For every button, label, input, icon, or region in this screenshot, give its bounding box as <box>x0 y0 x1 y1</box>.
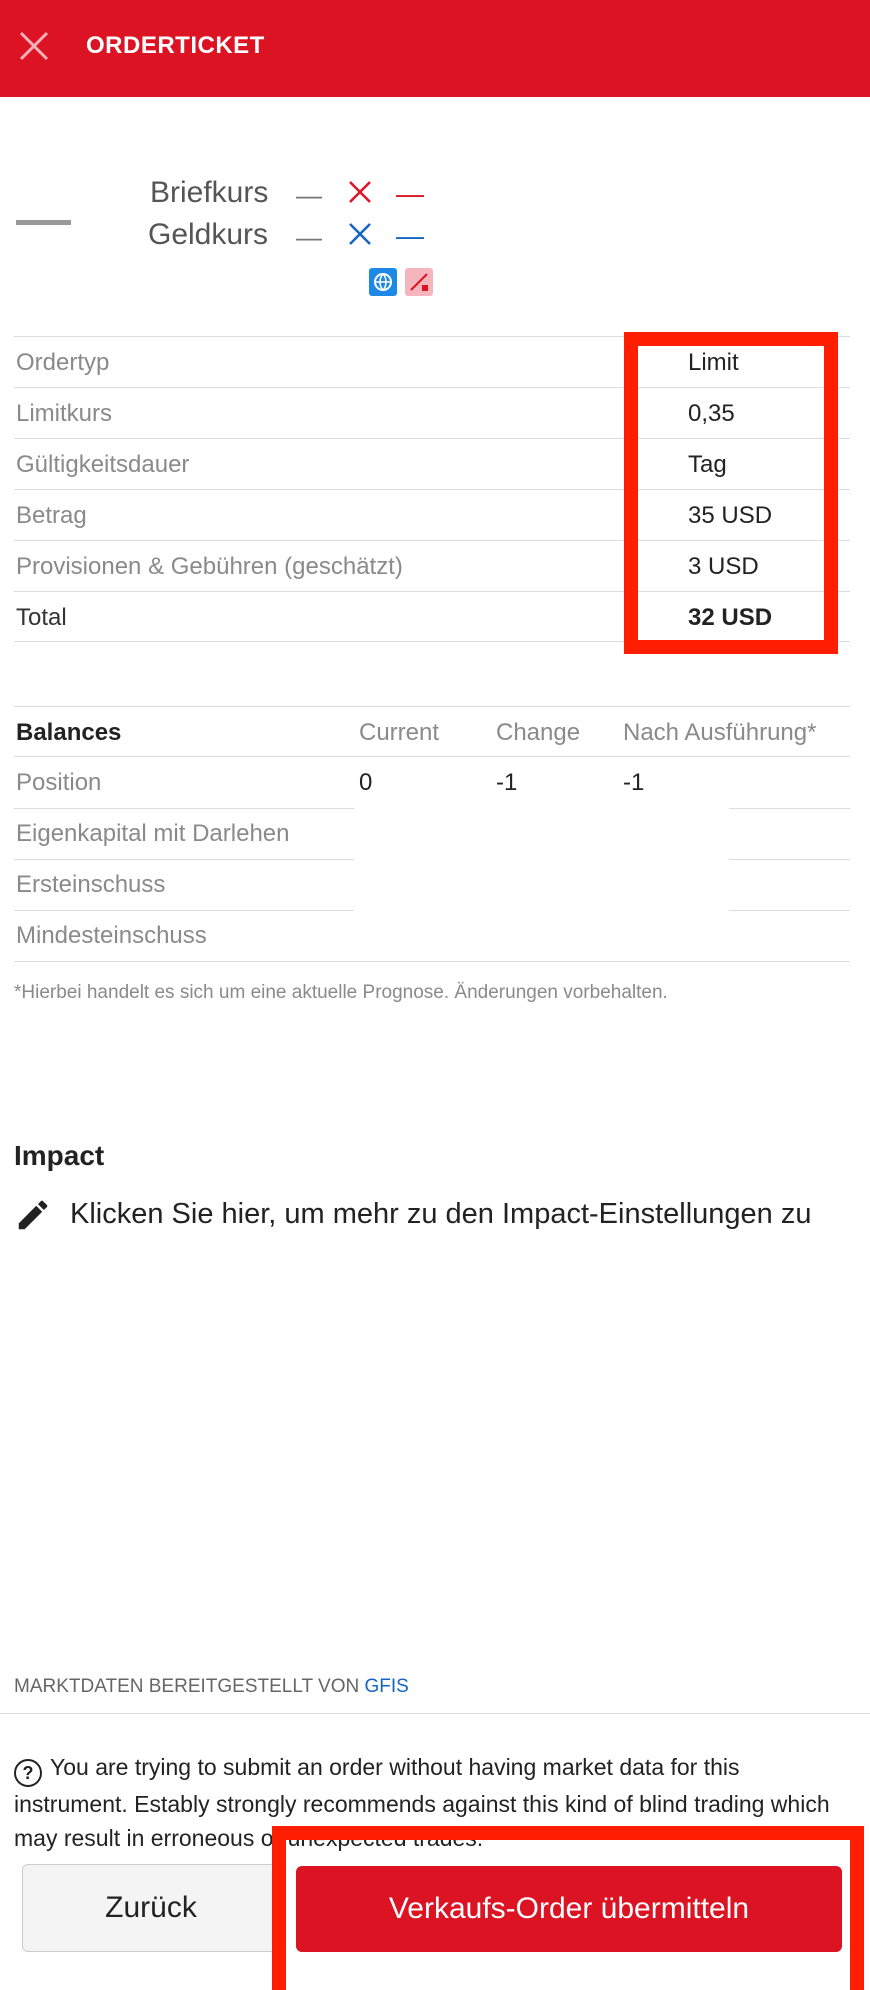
x-icon <box>348 180 372 209</box>
impact-settings-link[interactable]: Klicken Sie hier, um mehr zu den Impact-… <box>14 1192 870 1242</box>
divider <box>14 961 850 962</box>
balance-row-position: Position 0 -1 -1 <box>14 757 850 808</box>
market-data-prefix: MARKTDATEN BEREITGESTELLT VON <box>14 1676 360 1697</box>
change-value: -1 <box>496 769 518 796</box>
order-row-validity: Gültigkeitsdauer Tag <box>14 438 850 489</box>
close-icon[interactable] <box>14 26 54 66</box>
bid-label: Geldkurs <box>148 218 269 251</box>
ask-value: — <box>296 180 322 210</box>
after-value: -1 <box>623 769 645 796</box>
ask-label: Briefkurs <box>150 176 269 209</box>
ask-change: — <box>396 178 424 209</box>
divider <box>0 1713 870 1714</box>
row-label: Ersteinschuss <box>16 871 166 898</box>
bid-value: — <box>296 222 322 252</box>
order-row-limit: Limitkurs 0,35 <box>14 387 850 438</box>
col-after: Nach Ausführung* <box>623 719 817 746</box>
x-icon <box>348 222 372 251</box>
balance-row-maintenance-margin: Mindesteinschuss <box>14 910 850 961</box>
bid-change: — <box>396 220 424 251</box>
question-icon: ? <box>14 1759 42 1787</box>
row-label: Limitkurs <box>16 400 113 427</box>
row-label: Mindesteinschuss <box>16 922 207 949</box>
forecast-note: *Hierbei handelt es sich um eine aktuell… <box>14 982 668 1003</box>
row-value: 32 USD <box>688 604 773 631</box>
row-value: Limit <box>688 349 739 376</box>
page-title: ORDERTICKET <box>86 32 265 59</box>
warning-text: You are trying to submit an order withou… <box>14 1754 830 1851</box>
submit-sell-order-button[interactable]: Verkaufs-Order übermitteln <box>296 1866 842 1952</box>
col-change: Change <box>496 719 581 746</box>
row-value: Tag <box>688 451 727 478</box>
balance-row-initial-margin: Ersteinschuss <box>14 859 850 910</box>
order-ticket-page: ORDERTICKET Briefkurs — — Geldkurs — — O… <box>0 0 870 1990</box>
row-label: Betrag <box>16 502 87 529</box>
impact-heading: Impact <box>14 1140 105 1171</box>
row-value: 35 USD <box>688 502 773 529</box>
slash-icon[interactable] <box>405 268 433 296</box>
blind-trading-warning: ? You are trying to submit an order witho… <box>14 1750 854 1855</box>
balance-row-equity: Eigenkapital mit Darlehen <box>14 808 850 859</box>
row-label: Position <box>16 769 102 796</box>
row-label: Provisionen & Gebühren (geschätzt) <box>16 553 403 580</box>
app-header: ORDERTICKET <box>0 0 870 97</box>
order-row-ordertype: Ordertyp Limit <box>14 336 850 387</box>
current-value: 0 <box>359 769 373 796</box>
row-label: Ordertyp <box>16 349 110 376</box>
row-label: Eigenkapital mit Darlehen <box>16 820 290 847</box>
balances-title: Balances <box>16 719 122 746</box>
order-row-total: Total 32 USD <box>14 591 850 642</box>
globe-icon[interactable] <box>369 268 397 296</box>
row-label: Total <box>16 604 67 631</box>
impact-link-text: Klicken Sie hier, um mehr zu den Impact-… <box>70 1198 812 1230</box>
market-data-provider-link[interactable]: GFIS <box>365 1676 409 1697</box>
row-value: 0,35 <box>688 400 735 427</box>
last-price-placeholder <box>16 220 71 225</box>
back-button[interactable]: Zurück <box>22 1864 280 1952</box>
order-row-fees: Provisionen & Gebühren (geschätzt) 3 USD <box>14 540 850 591</box>
pencil-icon <box>18 1200 48 1230</box>
row-value: 3 USD <box>688 553 759 580</box>
market-data-source: MARKTDATEN BEREITGESTELLT VON GFIS <box>14 1676 409 1698</box>
col-current: Current <box>359 719 440 746</box>
order-row-amount: Betrag 35 USD <box>14 489 850 540</box>
balances-header: Balances Current Change Nach Ausführung* <box>14 706 850 757</box>
row-label: Gültigkeitsdauer <box>16 451 190 478</box>
